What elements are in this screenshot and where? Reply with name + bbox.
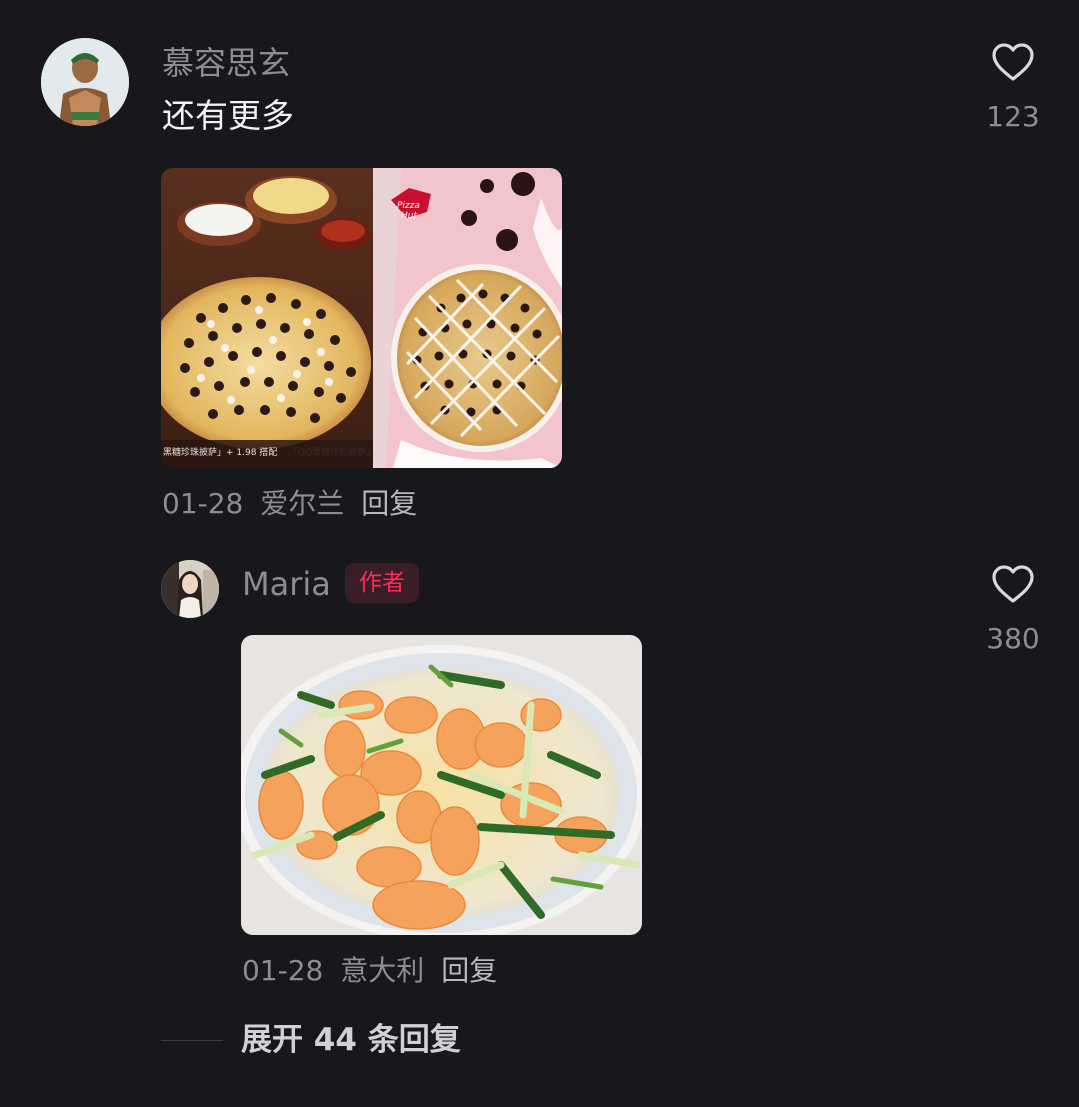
- author-avatar[interactable]: [161, 560, 219, 618]
- avatar-illustration: [41, 38, 129, 126]
- heart-outline-icon: [992, 43, 1034, 81]
- comment-meta: 01-28 爱尔兰 回复: [162, 486, 425, 522]
- username[interactable]: 慕容思玄: [162, 43, 290, 83]
- mandarin-scallion-dish-photo: [241, 635, 642, 935]
- comment-meta: 01-28 意大利 回复: [242, 953, 505, 989]
- comment-image[interactable]: Pizza Hut 黑糖珍珠披萨」+ 1.98 搭配 「QQ黑糖珍奶披萨」: [161, 168, 562, 468]
- user-avatar[interactable]: [41, 38, 129, 126]
- comment-date: 01-28: [162, 487, 244, 520]
- comment-image[interactable]: [241, 635, 642, 935]
- comment-location: 爱尔兰: [260, 487, 345, 520]
- image-caption-left: 黑糖珍珠披萨」+ 1.98 搭配: [163, 446, 277, 458]
- svg-text:Hut: Hut: [401, 211, 417, 221]
- svg-text:Pizza: Pizza: [397, 201, 420, 211]
- expand-divider: [161, 1040, 223, 1041]
- comment-location: 意大利: [340, 954, 425, 987]
- like-button[interactable]: 380: [983, 564, 1043, 656]
- avatar-photo: [161, 560, 219, 618]
- comment-date: 01-28: [242, 954, 324, 987]
- image-caption-right: 「QQ黑糖珍奶披萨」: [289, 446, 375, 458]
- like-count: 380: [986, 622, 1040, 655]
- like-count: 123: [986, 100, 1040, 133]
- comment-text[interactable]: 还有更多: [162, 96, 294, 136]
- reply-button[interactable]: 回复: [441, 954, 497, 987]
- author-username[interactable]: Maria: [242, 564, 331, 604]
- heart-outline-icon: [992, 565, 1034, 603]
- pizza-photo: Pizza Hut 黑糖珍珠披萨」+ 1.98 搭配 「QQ黑糖珍奶披萨」: [161, 168, 562, 468]
- author-badge: 作者: [345, 563, 419, 603]
- reply-button[interactable]: 回复: [361, 487, 417, 520]
- like-button[interactable]: 123: [983, 42, 1043, 134]
- expand-replies-button[interactable]: 展开 44 条回复: [241, 1020, 461, 1060]
